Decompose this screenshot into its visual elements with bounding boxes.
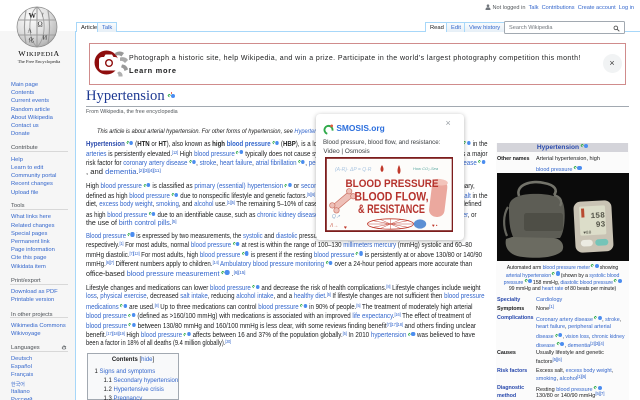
- svg-text:♥ •: ♥ •: [432, 223, 438, 228]
- svg-text:ᚠ: ᚠ: [42, 12, 45, 18]
- svg-text:Λ→: Λ→: [329, 223, 338, 229]
- svg-text:♥: ♥: [344, 225, 347, 231]
- svg-text:93: 93: [595, 220, 605, 230]
- svg-text:♥80: ♥80: [583, 229, 592, 235]
- svg-text:& RESISTANCE: & RESISTANCE: [358, 202, 425, 216]
- svg-text:Α: Α: [28, 28, 33, 34]
- svg-text:How CO₂-Sea: How CO₂-Sea: [413, 166, 439, 171]
- svg-text:И: И: [43, 34, 48, 41]
- svg-text:(A-R)· ΔP = Q·R: (A-R)· ΔP = Q·R: [335, 167, 372, 173]
- svg-text:Ω: Ω: [38, 20, 43, 28]
- svg-text:Q↗: Q↗: [332, 214, 341, 220]
- svg-text:BLOOD PRESSURE: BLOOD PRESSURE: [345, 178, 438, 190]
- svg-text:W: W: [29, 11, 37, 20]
